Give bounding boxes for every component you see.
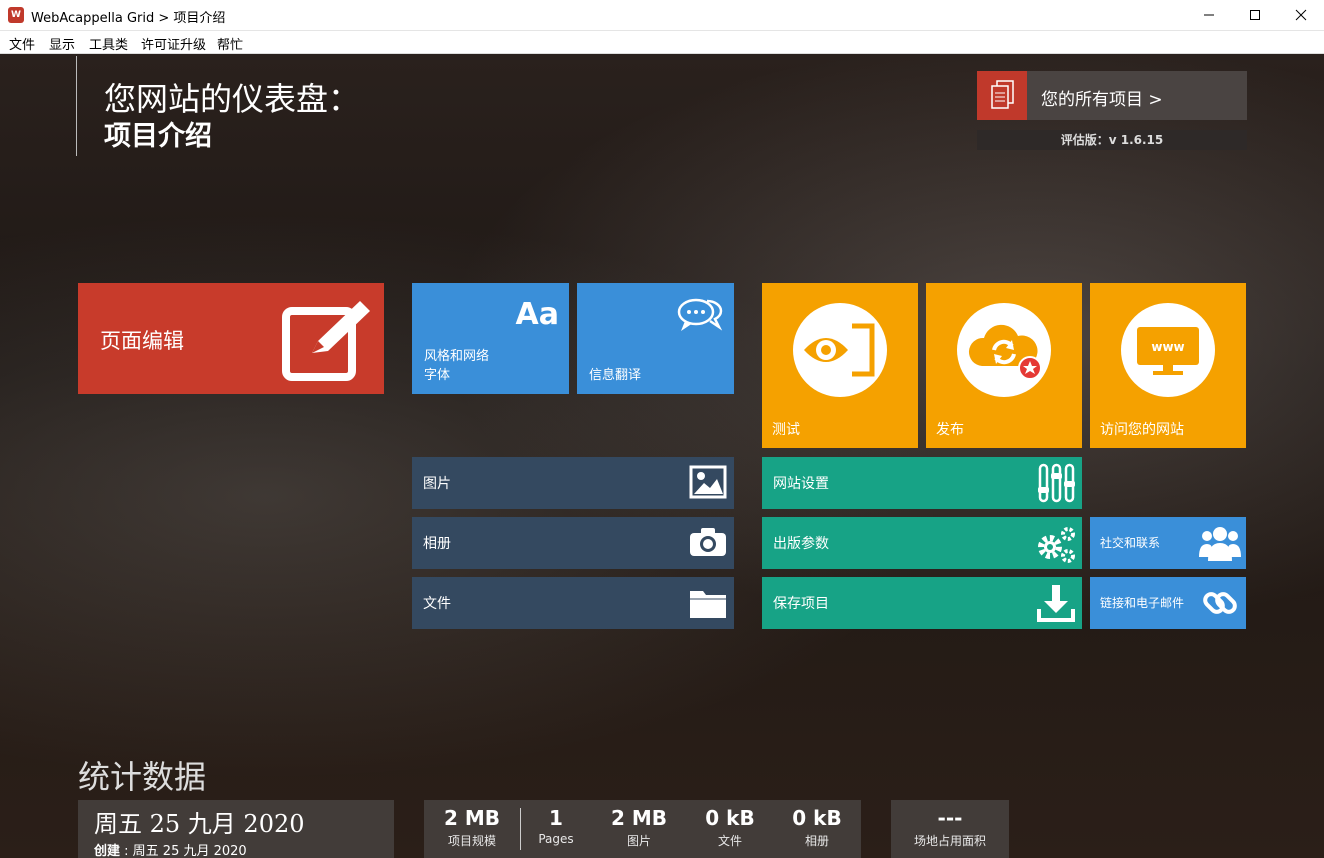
stat-value: 1 xyxy=(549,806,563,830)
date-box: 周五 25 九月 2020 创建 : 周五 25 九月 2020 xyxy=(78,800,394,858)
menu-help[interactable]: 帮忙 xyxy=(217,34,243,53)
files-tile[interactable]: 文件 xyxy=(412,577,734,629)
styles-fonts-tile[interactable]: Aa 风格和网络 字体 xyxy=(412,283,569,394)
stat-caption: 项目规模 xyxy=(447,834,496,848)
social-contact-tile[interactable]: 社交和联系 xyxy=(1090,517,1246,569)
visit-website-tile[interactable]: www 访问您的网站 xyxy=(1090,283,1246,448)
monitor-www-icon: www xyxy=(1121,303,1215,397)
users-icon xyxy=(1199,527,1241,561)
stat-value: 2 MB xyxy=(443,806,501,830)
documents-icon xyxy=(977,71,1027,120)
folder-icon xyxy=(690,591,726,618)
publish-tile[interactable]: 发布 xyxy=(926,283,1082,448)
edit-icon xyxy=(282,301,370,381)
stat-caption: Pages xyxy=(538,832,574,846)
stat-value: 0 kB xyxy=(792,806,842,830)
images-label: 图片 xyxy=(423,476,451,492)
social-label: 社交和联系 xyxy=(1100,536,1161,550)
sliders-icon xyxy=(1038,463,1075,503)
created-label: 创建 xyxy=(94,844,121,858)
download-icon xyxy=(1037,585,1075,622)
stat-pages: 1 Pages xyxy=(521,800,591,846)
created-date: 创建 : 周五 25 九月 2020 xyxy=(94,844,247,858)
albums-label: 相册 xyxy=(423,536,451,552)
test-label: 测试 xyxy=(772,422,800,438)
stat-caption: 文件 xyxy=(717,834,742,848)
styles-label: 风格和网络 xyxy=(424,349,490,364)
app-logo-icon: W xyxy=(8,7,24,23)
publish-params-label: 出版参数 xyxy=(773,536,829,552)
created-value: 周五 25 九月 2020 xyxy=(132,844,247,858)
site-settings-label: 网站设置 xyxy=(773,476,829,492)
camera-icon xyxy=(690,528,726,556)
menu-tools[interactable]: 工具类 xyxy=(89,34,128,53)
stat-caption: 相册 xyxy=(804,834,829,848)
dashboard-canvas: 您网站的仪表盘： 项目介绍 您的所有项目 > 评估版：v 1.6.15 页面编辑… xyxy=(0,54,1324,858)
save-project-label: 保存项目 xyxy=(773,596,829,612)
all-projects-button[interactable]: 您的所有项目 > xyxy=(977,71,1247,120)
albums-tile[interactable]: 相册 xyxy=(412,517,734,569)
publish-params-tile[interactable]: 出版参数 xyxy=(762,517,1082,569)
all-projects-label: 您的所有项目 > xyxy=(1041,90,1163,110)
maximize-button[interactable] xyxy=(1232,0,1278,30)
gears-icon xyxy=(1038,527,1075,563)
close-icon xyxy=(1295,9,1307,21)
minimize-button[interactable] xyxy=(1186,0,1232,30)
area-stat-box: --- 场地占用面积 xyxy=(891,800,1009,858)
stat-project-size: 2 MB 项目规模 xyxy=(424,800,520,849)
page-edit-tile[interactable]: 页面编辑 xyxy=(78,283,384,394)
chat-bubbles-icon xyxy=(677,298,723,331)
menu-license-upgrade[interactable]: 许可证升级 xyxy=(141,34,206,53)
version-label: 评估版：v 1.6.15 xyxy=(977,130,1247,150)
fonts-label: 字体 xyxy=(424,368,451,383)
stat-value: 2 MB xyxy=(610,806,668,830)
files-label: 文件 xyxy=(423,596,451,612)
links-email-label: 链接和电子邮件 xyxy=(1100,596,1185,610)
close-button[interactable] xyxy=(1278,0,1324,30)
maximize-icon xyxy=(1250,10,1260,20)
page-edit-label: 页面编辑 xyxy=(100,329,184,353)
window-title: WebAcappella Grid > 项目介绍 xyxy=(31,11,226,26)
translate-label: 信息翻译 xyxy=(589,368,642,383)
picture-icon xyxy=(689,465,727,499)
menu-view[interactable]: 显示 xyxy=(49,34,75,53)
header-divider xyxy=(76,56,77,156)
size-stats-box: 2 MB 项目规模 1 Pages 2 MB 图片 0 kB 文件 0 kB 相… xyxy=(424,800,861,858)
stat-area: --- 场地占用面积 xyxy=(891,800,1009,849)
cloud-sync-icon xyxy=(957,303,1051,397)
publish-label: 发布 xyxy=(936,422,964,438)
menu-bar: 文件 显示 工具类 许可证升级 帮忙 xyxy=(0,31,1324,54)
www-glyph: www xyxy=(1151,340,1184,354)
menu-file[interactable]: 文件 xyxy=(9,34,35,53)
site-settings-tile[interactable]: 网站设置 xyxy=(762,457,1082,509)
preview-eye-icon xyxy=(793,303,887,397)
stat-files: 0 kB 文件 xyxy=(692,800,768,849)
links-email-tile[interactable]: 链接和电子邮件 xyxy=(1090,577,1246,629)
project-name: 项目介绍 xyxy=(104,121,212,152)
stat-images: 2 MB 图片 xyxy=(599,800,679,849)
stat-caption: 图片 xyxy=(626,834,651,848)
link-chain-icon xyxy=(1203,592,1237,614)
translate-tile[interactable]: 信息翻译 xyxy=(577,283,734,394)
images-tile[interactable]: 图片 xyxy=(412,457,734,509)
title-bar: W WebAcappella Grid > 项目介绍 xyxy=(0,0,1324,31)
stat-value: 0 kB xyxy=(705,806,755,830)
test-tile[interactable]: 测试 xyxy=(762,283,918,448)
stat-caption: 场地占用面积 xyxy=(913,834,986,848)
stat-albums: 0 kB 相册 xyxy=(779,800,855,849)
save-project-tile[interactable]: 保存项目 xyxy=(762,577,1082,629)
statistics-title: 统计数据 xyxy=(78,758,207,796)
visit-label: 访问您的网站 xyxy=(1100,422,1184,438)
minimize-icon xyxy=(1204,14,1214,16)
stat-value: --- xyxy=(937,806,963,830)
font-aa-icon: Aa xyxy=(515,297,559,332)
current-date: 周五 25 九月 2020 xyxy=(94,810,305,838)
